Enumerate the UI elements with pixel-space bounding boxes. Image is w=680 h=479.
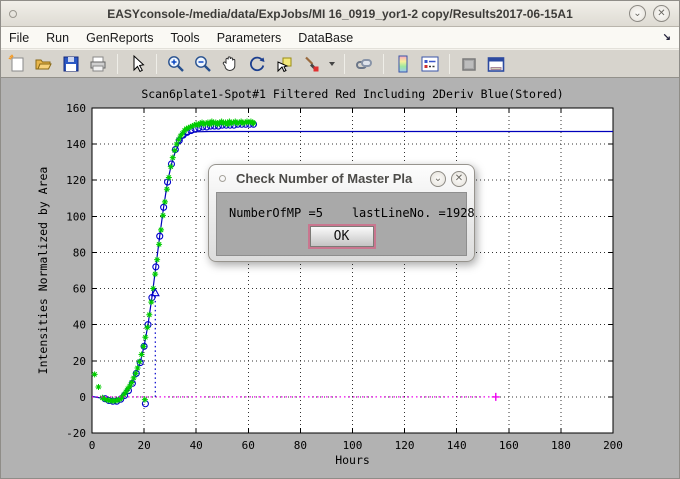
svg-text:180: 180 [551, 439, 571, 452]
dialog-title: Check Number of Master Pla [236, 171, 430, 186]
svg-text:20: 20 [73, 355, 86, 368]
dialog-close-button[interactable]: ✕ [451, 171, 467, 187]
dialog-ok-button[interactable]: OK [310, 226, 374, 247]
dialog-titlebar[interactable]: Check Number of Master Pla ⌄ ✕ [216, 165, 467, 192]
svg-text:40: 40 [73, 319, 86, 332]
print-icon[interactable] [87, 53, 109, 75]
svg-text:200: 200 [603, 439, 623, 452]
legend-icon[interactable] [419, 53, 441, 75]
dock-figure-icon[interactable] [485, 53, 507, 75]
dialog-check-number-of-master-plates: Check Number of Master Pla ⌄ ✕ NumberOfM… [208, 164, 475, 262]
svg-text:120: 120 [66, 174, 86, 187]
dialog-message: NumberOfMP =5 lastLineNo. =1928 [217, 193, 466, 220]
colorbar-icon[interactable] [392, 53, 414, 75]
dialog-app-icon [219, 175, 226, 182]
svg-text:20: 20 [137, 439, 150, 452]
figure-area: 020406080100120140160180200-200204060801… [1, 78, 680, 479]
window-title: EASYconsole-/media/data/ExpJobs/MI 16_09… [1, 7, 679, 21]
menu-item-genreports[interactable]: GenReports [86, 31, 153, 45]
new-file-icon[interactable] [6, 53, 28, 75]
svg-text:0: 0 [79, 391, 86, 404]
menu-item-file[interactable]: File [9, 31, 29, 45]
svg-text:120: 120 [395, 439, 415, 452]
hide-plot-tools-icon[interactable] [458, 53, 480, 75]
window-titlebar: EASYconsole-/media/data/ExpJobs/MI 16_09… [1, 1, 679, 27]
zoom-out-icon[interactable] [192, 53, 214, 75]
menu-item-database[interactable]: DataBase [298, 31, 353, 45]
rotate-3d-icon[interactable] [246, 53, 268, 75]
svg-text:0: 0 [89, 439, 96, 452]
menu-item-run[interactable]: Run [46, 31, 69, 45]
svg-text:160: 160 [499, 439, 519, 452]
svg-text:60: 60 [242, 439, 255, 452]
svg-text:Intensities Normalized by Area: Intensities Normalized by Area [36, 167, 50, 375]
dialog-minimize-button[interactable]: ⌄ [430, 171, 446, 187]
svg-text:80: 80 [73, 246, 86, 259]
dialog-body: NumberOfMP =5 lastLineNo. =1928 OK [216, 192, 467, 256]
plot-canvas: 020406080100120140160180200-200204060801… [1, 78, 680, 479]
pointer-icon[interactable] [126, 53, 148, 75]
zoom-in-icon[interactable] [165, 53, 187, 75]
menu-item-parameters[interactable]: Parameters [217, 31, 282, 45]
menu-item-tools[interactable]: Tools [171, 31, 200, 45]
svg-text:40: 40 [190, 439, 203, 452]
open-file-icon[interactable] [33, 53, 55, 75]
pan-icon[interactable] [219, 53, 241, 75]
figure-toolbar [1, 49, 679, 78]
save-icon[interactable] [60, 53, 82, 75]
svg-text:Hours: Hours [335, 453, 370, 467]
brush-dropdown-caret[interactable] [327, 53, 336, 75]
svg-text:Scan6plate1-Spot#1 Filtered Re: Scan6plate1-Spot#1 Filtered Red Includin… [141, 87, 563, 101]
svg-text:100: 100 [343, 439, 363, 452]
window-minimize-button[interactable]: ⌄ [629, 5, 646, 22]
data-cursor-icon[interactable] [273, 53, 295, 75]
link-plots-icon[interactable] [353, 53, 375, 75]
menubar: File Run GenReports Tools Parameters Dat… [1, 27, 679, 49]
svg-text:160: 160 [66, 102, 86, 115]
svg-text:140: 140 [66, 138, 86, 151]
window-close-button[interactable]: ✕ [653, 5, 670, 22]
svg-text:80: 80 [294, 439, 307, 452]
svg-text:60: 60 [73, 283, 86, 296]
svg-text:140: 140 [447, 439, 467, 452]
menu-pin-icon[interactable]: ↘ [663, 32, 671, 43]
svg-text:100: 100 [66, 210, 86, 223]
application-window: EASYconsole-/media/data/ExpJobs/MI 16_09… [0, 0, 680, 479]
brush-icon[interactable] [300, 53, 322, 75]
svg-text:-20: -20 [66, 427, 86, 440]
